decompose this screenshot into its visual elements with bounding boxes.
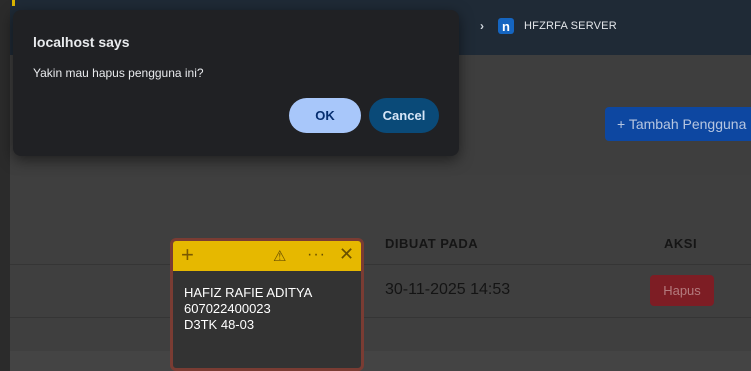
sticky-note-line-class: D3TK 48-03 bbox=[184, 317, 255, 332]
table-divider bbox=[10, 264, 751, 265]
warning-icon[interactable]: ⚠ bbox=[273, 247, 286, 265]
chevron-right-icon: › bbox=[480, 19, 484, 33]
dialog-message: Yakin mau hapus pengguna ini? bbox=[33, 66, 204, 80]
more-options-icon[interactable]: ··· bbox=[307, 246, 326, 264]
plus-icon[interactable]: + bbox=[181, 243, 194, 267]
close-icon[interactable]: ✕ bbox=[339, 244, 354, 265]
table-cell-created-at: 30-11-2025 14:53 bbox=[385, 281, 511, 298]
server-logo-icon: n bbox=[498, 18, 514, 34]
sticky-note-line-id: 607022400023 bbox=[184, 301, 271, 316]
users-table bbox=[10, 175, 751, 351]
sticky-note-line-name: HAFIZ RAFIE ADITYA bbox=[184, 285, 313, 300]
add-user-button[interactable]: + Tambah Pengguna bbox=[605, 107, 751, 141]
cancel-button[interactable]: Cancel bbox=[369, 98, 439, 133]
sticky-note[interactable]: + ⚠ ··· ✕ HAFIZ RAFIE ADITYA 60702240002… bbox=[170, 238, 364, 371]
table-divider bbox=[10, 317, 751, 318]
ok-button[interactable]: OK bbox=[289, 98, 361, 133]
page-footer-band bbox=[10, 351, 751, 371]
confirm-dialog: localhost says Yakin mau hapus pengguna … bbox=[13, 10, 459, 156]
sticky-note-body[interactable]: HAFIZ RAFIE ADITYA 607022400023 D3TK 48-… bbox=[173, 271, 361, 333]
sticky-note-header[interactable]: + ⚠ ··· ✕ bbox=[173, 241, 361, 271]
column-header-actions: AKSI bbox=[664, 236, 698, 251]
window-edge bbox=[0, 0, 10, 371]
dialog-title: localhost says bbox=[33, 34, 130, 50]
bookmark-label: HFZRFA SERVER bbox=[524, 20, 617, 32]
delete-user-button[interactable]: Hapus bbox=[650, 275, 714, 306]
bookmark-hfzrfa-server[interactable]: › n HFZRFA SERVER bbox=[476, 15, 617, 37]
edge-marker bbox=[12, 0, 15, 6]
column-header-created-at: DIBUAT PADA bbox=[385, 236, 479, 251]
